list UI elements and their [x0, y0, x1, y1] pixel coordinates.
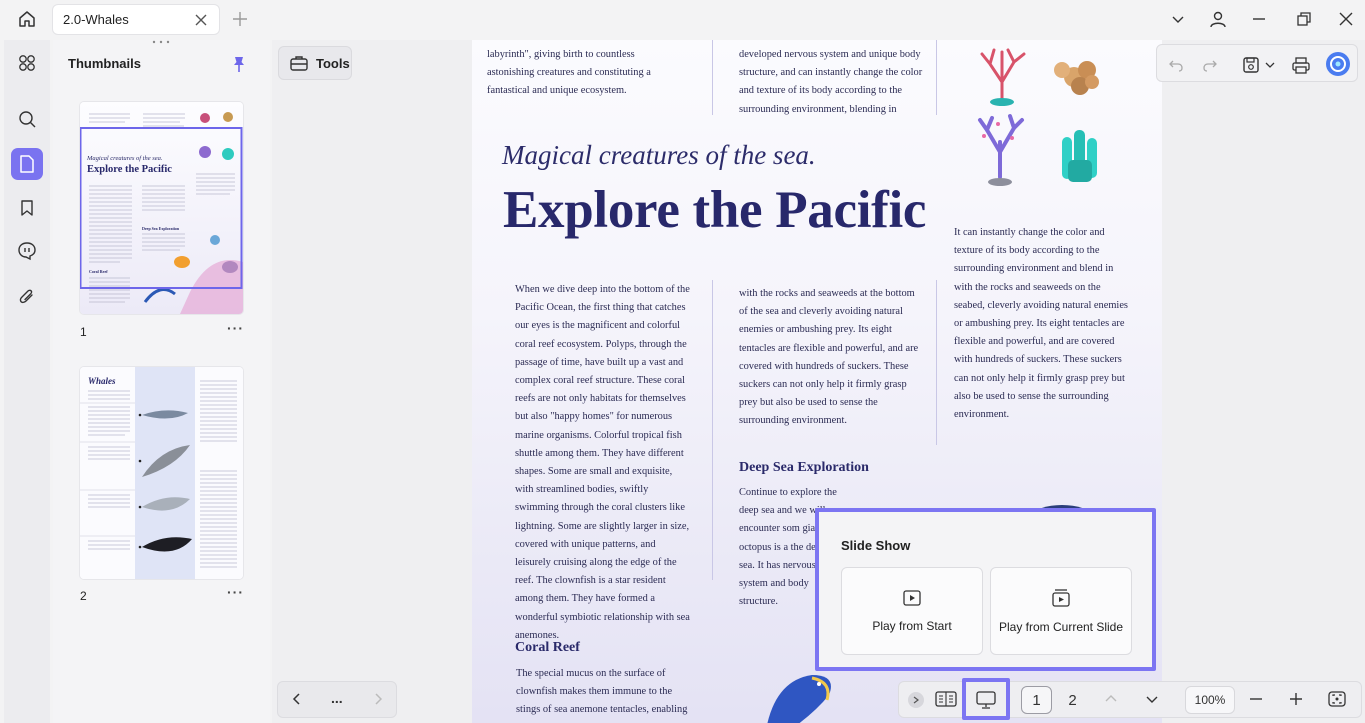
- paperclip-icon: [19, 289, 33, 304]
- attachments-button[interactable]: [11, 280, 43, 312]
- page-1-button[interactable]: 1: [1021, 686, 1052, 714]
- coral-reef-text: The special mucus on the surface of clow…: [516, 668, 688, 716]
- thumbnail-page-number-1: 1: [80, 325, 87, 339]
- collapse-toolbar-button[interactable]: [908, 692, 924, 708]
- close-tab-icon[interactable]: [193, 12, 209, 28]
- nav-more-button[interactable]: ...: [331, 690, 343, 706]
- play-from-start-label: Play from Start: [872, 619, 952, 633]
- minimize-icon[interactable]: [1248, 8, 1270, 30]
- right-gutter: [1162, 40, 1365, 723]
- column-divider: [712, 40, 713, 115]
- next-page-icon[interactable]: [371, 692, 385, 706]
- brown-coral-image: [1054, 61, 1099, 95]
- top-column-1-text: labyrinth", giving birth to countless as…: [487, 49, 651, 97]
- pin-icon[interactable]: [231, 55, 247, 73]
- bookmark-icon: [21, 200, 33, 216]
- grid-icon: [19, 55, 35, 71]
- redo-icon[interactable]: [1199, 54, 1221, 76]
- left-rail: [4, 40, 50, 723]
- thumbnail-page-1[interactable]: Magical creatures of the sea. Explore th…: [80, 102, 243, 314]
- toolbox-icon: [290, 56, 308, 71]
- right-column-text: It can instantly change the color and te…: [954, 227, 1128, 421]
- play-from-current-slide-button[interactable]: Play from Current Slide: [990, 567, 1132, 655]
- zoom-level[interactable]: 100%: [1185, 686, 1235, 714]
- canvas-gutter: [272, 40, 472, 723]
- play-current-icon: [1052, 589, 1070, 607]
- page-subtitle: Magical creatures of the sea.: [502, 140, 816, 170]
- two-page-view-icon[interactable]: [935, 690, 957, 713]
- deep-sea-heading: Deep Sea Exploration: [739, 460, 869, 475]
- tools-label: Tools: [316, 55, 350, 71]
- close-window-icon[interactable]: [1335, 8, 1357, 30]
- page-title: Explore the Pacific: [503, 181, 927, 239]
- thumbnails-button[interactable]: [11, 148, 43, 180]
- column-divider: [936, 280, 937, 445]
- add-tab-icon[interactable]: [230, 9, 250, 29]
- bookmarks-button[interactable]: [11, 192, 43, 224]
- chevron-down-icon[interactable]: [1167, 8, 1189, 30]
- slideshow-title: Slide Show: [841, 538, 911, 553]
- coral-illustrations: [978, 48, 1099, 186]
- search-button[interactable]: [11, 103, 43, 135]
- column-divider: [936, 40, 937, 115]
- document-toolbar: [1156, 44, 1358, 82]
- print-icon[interactable]: [1290, 54, 1312, 76]
- comments-button[interactable]: [11, 235, 43, 267]
- chevron-right-icon: [913, 696, 919, 704]
- restore-icon[interactable]: [1293, 8, 1315, 30]
- teal-coral-image: [1062, 130, 1097, 182]
- document-tab[interactable]: 2.0-Whales: [52, 4, 220, 35]
- thumbnails-title: Thumbnails: [68, 56, 141, 71]
- play-from-current-label: Play from Current Slide: [998, 620, 1124, 634]
- chevron-down-icon[interactable]: [1263, 54, 1277, 76]
- page-1-preview: Magical creatures of the sea. Explore th…: [80, 112, 243, 314]
- undo-icon[interactable]: [1165, 54, 1187, 76]
- zoom-out-icon[interactable]: [1249, 692, 1263, 711]
- slideshow-button-highlight: [962, 678, 1010, 720]
- blue-fish-image: [767, 675, 831, 723]
- thumbnail-1-more-button[interactable]: ···: [227, 320, 244, 336]
- thumb1-section: Deep Sea Exploration: [142, 226, 180, 231]
- save-icon[interactable]: [1240, 54, 1262, 76]
- thumb2-heading: Whales: [88, 376, 116, 386]
- search-icon: [19, 111, 36, 128]
- fit-page-icon[interactable]: [1327, 689, 1347, 714]
- chevron-down-icon[interactable]: [1145, 692, 1159, 711]
- coral-reef-heading: Coral Reef: [515, 640, 580, 655]
- column-1-text: When we dive deep into the bottom of the…: [515, 284, 690, 641]
- play-icon: [903, 590, 921, 606]
- home-button[interactable]: [10, 6, 44, 32]
- page-nav-bar: ...: [277, 681, 397, 718]
- purple-coral-image: [978, 114, 1024, 186]
- play-from-start-button[interactable]: Play from Start: [841, 567, 983, 655]
- thumbnail-page-2[interactable]: Whales: [80, 367, 243, 579]
- chevron-up-icon[interactable]: [1104, 692, 1118, 711]
- slideshow-popup: Slide Show Play from Start Play from Cur…: [815, 508, 1156, 671]
- page-2-preview: Whales: [80, 367, 243, 579]
- thumbnail-2-more-button[interactable]: ···: [227, 584, 244, 600]
- comment-icon: [18, 242, 36, 261]
- column-divider: [712, 280, 713, 580]
- organize-pages-button[interactable]: [11, 47, 43, 79]
- top-column-2-text: developed nervous system and unique body…: [739, 49, 923, 115]
- zoom-in-icon[interactable]: [1289, 692, 1303, 711]
- account-icon[interactable]: [1207, 8, 1229, 30]
- panel-resize-grip[interactable]: [152, 39, 170, 45]
- red-coral-image: [980, 48, 1026, 106]
- tab-title: 2.0-Whales: [63, 12, 129, 27]
- page-icon: [20, 155, 34, 173]
- ai-assistant-icon[interactable]: [1325, 51, 1351, 77]
- column-2-text: with the rocks and seaweeds at the botto…: [739, 288, 919, 427]
- thumb1-heading: Explore the Pacific: [87, 164, 172, 175]
- home-icon: [19, 11, 35, 27]
- thumbnail-page-number-2: 2: [80, 589, 87, 603]
- page-2-button[interactable]: 2: [1057, 686, 1088, 714]
- thumb1-subheading: Magical creatures of the sea.: [86, 155, 163, 162]
- prev-page-icon[interactable]: [290, 692, 304, 706]
- tools-button[interactable]: Tools: [278, 46, 352, 80]
- thumb1-section2: Coral Reef: [89, 269, 108, 274]
